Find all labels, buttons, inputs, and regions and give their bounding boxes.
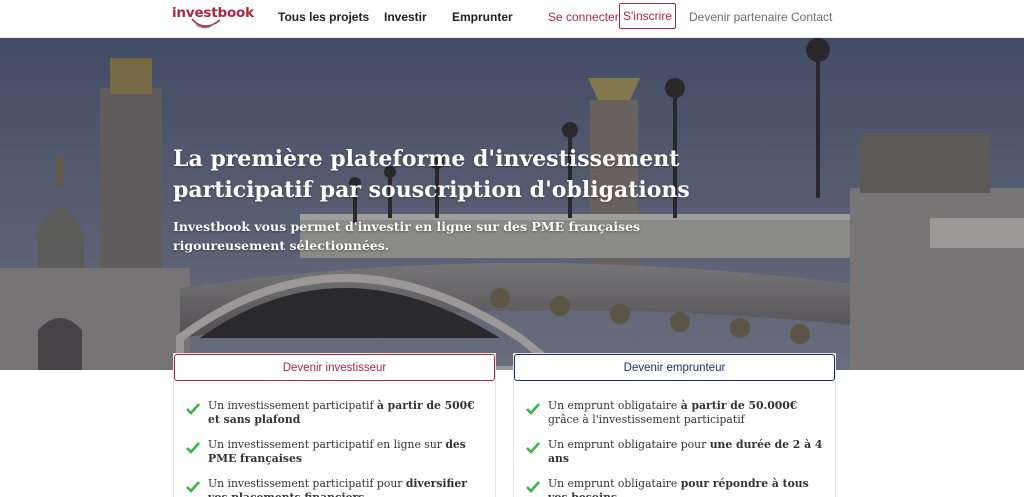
- check-icon: [526, 403, 540, 415]
- nav-all-projects[interactable]: Tous les projets: [278, 10, 369, 24]
- feature-text: Un emprunt obligataire pour une durée de…: [548, 438, 823, 465]
- feature-text: Un investissement participatif en ligne …: [208, 438, 466, 465]
- nav-borrow[interactable]: Emprunter: [452, 10, 513, 24]
- feature-text: Un investissement participatif pour dive…: [208, 477, 467, 497]
- hero-title: La première plateforme d'investissement …: [173, 146, 690, 203]
- logo-swoosh-icon: [191, 18, 221, 29]
- top-navigation: investbook Tous les projets Investir Emp…: [0, 0, 1024, 38]
- feature-text: Un emprunt obligataire à partir de 50.00…: [548, 399, 798, 426]
- feature-text: Un emprunt obligataire pour répondre à t…: [548, 477, 809, 497]
- signup-button[interactable]: S'inscrire: [619, 3, 676, 29]
- check-icon: [526, 442, 540, 454]
- feature-text: Un investissement participatif à partir …: [208, 399, 475, 426]
- become-investor-button[interactable]: Devenir investisseur: [174, 354, 495, 381]
- investbook-logo[interactable]: investbook: [172, 3, 254, 33]
- investor-card: Devenir investisseur Un investissement p…: [173, 353, 496, 497]
- hero-subtitle: Investbook vous permet d'investir en lig…: [173, 219, 641, 253]
- nav-contact[interactable]: Contact: [791, 10, 832, 24]
- become-borrower-button[interactable]: Devenir emprunteur: [514, 354, 835, 381]
- check-icon: [186, 403, 200, 415]
- check-icon: [186, 481, 200, 493]
- check-icon: [186, 442, 200, 454]
- nav-become-partner[interactable]: Devenir partenaire: [689, 10, 788, 24]
- check-icon: [526, 481, 540, 493]
- login-link[interactable]: Se connecter: [548, 10, 619, 24]
- nav-invest[interactable]: Investir: [384, 10, 427, 24]
- hero-banner: La première plateforme d'investissement …: [0, 38, 1024, 370]
- borrower-card: Devenir emprunteur Un emprunt obligatair…: [513, 353, 836, 497]
